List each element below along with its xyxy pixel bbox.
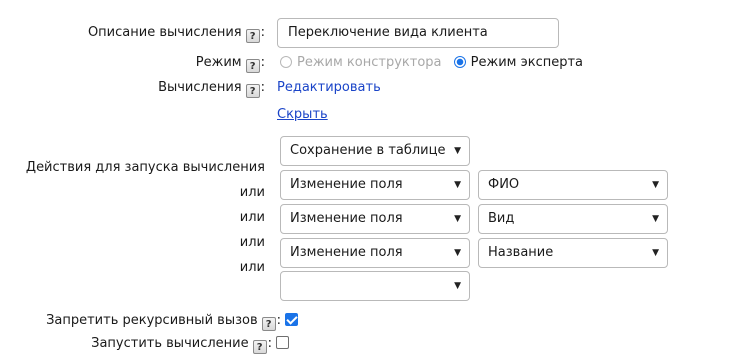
- radio-selected-icon[interactable]: [453, 56, 466, 68]
- action-select-5[interactable]: ▼: [280, 271, 470, 301]
- dropdown-arrow-icon: ▼: [454, 180, 461, 190]
- help-icon[interactable]: ?: [252, 340, 267, 354]
- run-calculation-label-group: Запустить вычисление?:: [91, 336, 289, 354]
- help-icon[interactable]: ?: [245, 84, 260, 98]
- calculations-label: Вычисления: [158, 80, 242, 95]
- dropdown-arrow-icon: ▼: [454, 146, 461, 156]
- help-icon[interactable]: ?: [261, 317, 276, 331]
- dropdown-arrow-icon: ▼: [652, 180, 659, 190]
- or-label: или: [239, 210, 265, 225]
- field-select-4[interactable]: Название ▼: [478, 238, 668, 268]
- dropdown-arrow-icon: ▼: [454, 281, 461, 291]
- mode-label-group: Режим?:: [195, 55, 265, 73]
- dropdown-arrow-icon: ▼: [454, 214, 461, 224]
- description-label-group: Описание вычисления?:: [87, 25, 265, 43]
- field-select-2[interactable]: ФИО ▼: [478, 170, 668, 200]
- mode-options: Режим конструктора Режим эксперта: [280, 55, 583, 71]
- or-label: или: [239, 260, 265, 275]
- edit-link[interactable]: Редактировать: [277, 80, 381, 96]
- description-label: Описание вычисления: [87, 25, 242, 40]
- forbid-recursive-checkbox[interactable]: [285, 313, 298, 326]
- calculations-label-group: Вычисления?:: [158, 80, 265, 98]
- action-select-4[interactable]: Изменение поля ▼: [280, 238, 470, 268]
- run-calculation-label: Запустить вычисление: [91, 336, 249, 351]
- action-select-3[interactable]: Изменение поля ▼: [280, 204, 470, 234]
- field-select-3[interactable]: Вид ▼: [478, 204, 668, 234]
- run-calculation-checkbox[interactable]: [276, 336, 289, 349]
- description-input[interactable]: Переключение вида клиента: [277, 18, 559, 48]
- dropdown-arrow-icon: ▼: [652, 248, 659, 258]
- help-icon[interactable]: ?: [245, 29, 260, 43]
- hide-link[interactable]: Скрыть: [277, 107, 328, 123]
- actions-label: Действия для запуска вычисления: [25, 160, 265, 175]
- or-label: или: [239, 235, 265, 250]
- mode-label: Режим: [195, 55, 242, 70]
- dropdown-arrow-icon: ▼: [454, 248, 461, 258]
- dropdown-arrow-icon: ▼: [652, 214, 659, 224]
- action-select-1[interactable]: Сохранение в таблице ▼: [280, 136, 470, 166]
- forbid-recursive-label-group: Запретить рекурсивный вызов?:: [46, 313, 298, 331]
- forbid-recursive-label: Запретить рекурсивный вызов: [46, 313, 258, 328]
- help-icon[interactable]: ?: [245, 59, 260, 73]
- mode-constructor-option: Режим конструктора: [280, 55, 442, 70]
- mode-expert-option[interactable]: Режим эксперта: [453, 55, 583, 70]
- action-select-2[interactable]: Изменение поля ▼: [280, 170, 470, 200]
- or-label: или: [239, 185, 265, 200]
- radio-unselected-icon: [280, 56, 292, 68]
